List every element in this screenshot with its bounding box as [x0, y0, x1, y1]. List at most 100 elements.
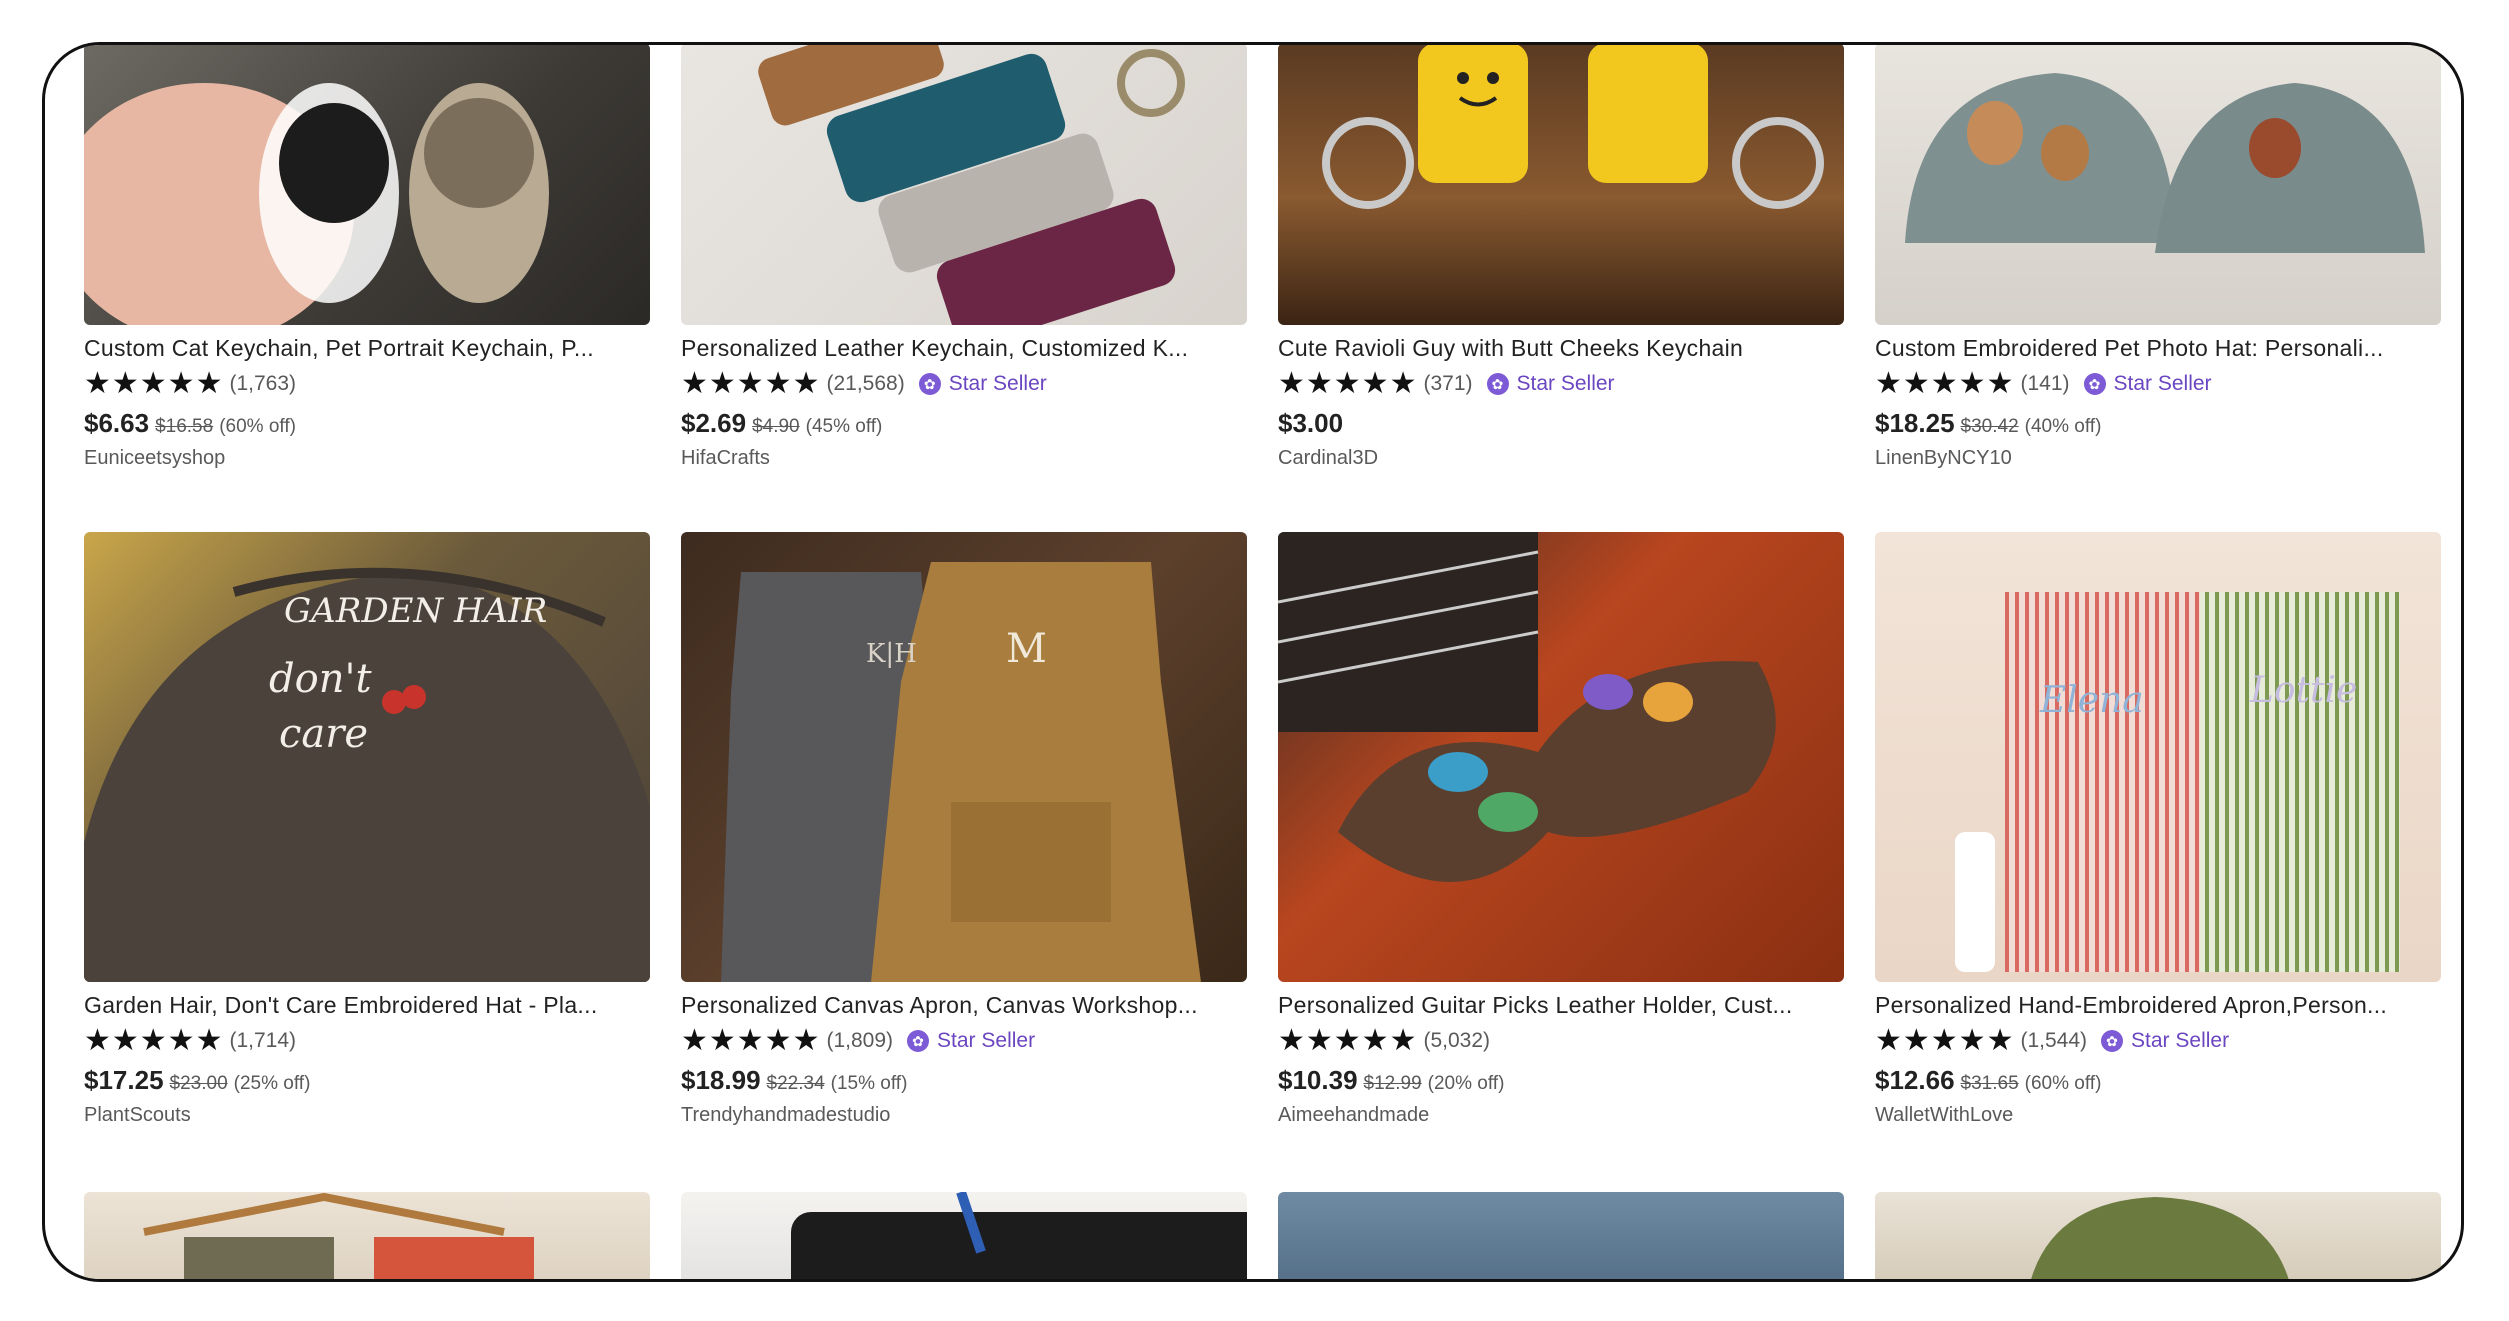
listing-card[interactable] — [84, 1192, 650, 1279]
svg-text:M: M — [1006, 626, 1047, 672]
price-row: $3.00 — [1278, 408, 1844, 439]
rating: ★★★★★ (1,544) ✿ Star Seller — [1875, 1025, 2441, 1057]
listing-image[interactable]: K|H M — [681, 532, 1247, 982]
star-seller-label: ✿ Star Seller — [2101, 1029, 2229, 1053]
listing-card[interactable]: Personalized Leather Keychain, Customize… — [681, 45, 1247, 470]
beanie-photo — [2031, 1197, 2289, 1279]
rating: ★★★★★ (1,763) — [84, 368, 650, 400]
listing-card[interactable] — [681, 1192, 1247, 1279]
shop-name[interactable]: LinenByNCY10 — [1875, 447, 2441, 470]
listing-title[interactable]: Personalized Leather Keychain, Customize… — [681, 335, 1247, 362]
listing-card[interactable]: K|H M Personalized Canvas Apron, Canvas … — [681, 532, 1247, 1127]
star-seller-text: Star Seller — [2131, 1029, 2230, 1052]
star-seller-text: Star Seller — [2113, 372, 2212, 395]
listing-title[interactable]: Personalized Canvas Apron, Canvas Worksh… — [681, 992, 1247, 1019]
listing-title[interactable]: Personalized Hand-Embroidered Apron,Pers… — [1875, 992, 2441, 1019]
rating-stars-icon: ★★★★★ — [84, 1024, 224, 1057]
price-row: $18.25 $30.42 (40% off) — [1875, 408, 2441, 439]
embroidered-apron-photo: Elena Lottie — [1955, 592, 2400, 972]
listing-image[interactable] — [1875, 45, 2441, 325]
listing-image[interactable] — [681, 45, 1247, 325]
shop-name[interactable]: Cardinal3D — [1278, 447, 1844, 470]
listing-image[interactable] — [681, 1192, 1247, 1279]
review-count: (1,714) — [229, 1029, 297, 1052]
price-row: $6.63 $16.58 (60% off) — [84, 408, 650, 439]
svg-text:K|H: K|H — [866, 639, 917, 669]
listing-image[interactable] — [84, 45, 650, 325]
rating-stars-icon: ★★★★★ — [1875, 367, 2015, 400]
star-seller-badge-icon: ✿ — [918, 373, 941, 395]
listing-card[interactable]: Cute Ravioli Guy with Butt Cheeks Keycha… — [1278, 45, 1844, 470]
star-seller-badge-icon: ✿ — [2083, 373, 2106, 395]
listing-card[interactable]: Custom Cat Keychain, Pet Portrait Keycha… — [84, 45, 650, 470]
listing-card[interactable] — [1875, 1192, 2441, 1279]
listing-title[interactable]: Custom Embroidered Pet Photo Hat: Person… — [1875, 335, 2441, 362]
shop-name[interactable]: PlantScouts — [84, 1104, 650, 1127]
listing-title[interactable]: Cute Ravioli Guy with Butt Cheeks Keycha… — [1278, 335, 1844, 362]
discount: (20% off) — [1427, 1073, 1505, 1094]
discount: (40% off) — [2024, 416, 2102, 437]
shop-name[interactable]: Trendyhandmadestudio — [681, 1104, 1247, 1127]
screenshot-frame: Custom Cat Keychain, Pet Portrait Keycha… — [42, 42, 2464, 1282]
rating-stars-icon: ★★★★★ — [681, 367, 821, 400]
listing-card[interactable]: Personalized Guitar Picks Leather Holder… — [1278, 532, 1844, 1127]
listing-image[interactable] — [84, 1192, 650, 1279]
svg-text:Elena: Elena — [2039, 680, 2144, 721]
rating: ★★★★★ (1,809) ✿ Star Seller — [681, 1025, 1247, 1057]
price-row: $17.25 $23.00 (25% off) — [84, 1065, 650, 1096]
listing-image[interactable]: Elena Lottie — [1875, 532, 2441, 982]
price: $17.25 — [84, 1065, 164, 1095]
star-seller-text: Star Seller — [948, 372, 1047, 395]
star-seller-label: ✿ Star Seller — [1486, 372, 1615, 396]
original-price: $4.90 — [752, 416, 800, 437]
rating: ★★★★★ (21,568) ✿ Star Seller — [681, 368, 1247, 400]
svg-text:GARDEN HAIR: GARDEN HAIR — [284, 591, 547, 631]
discount: (45% off) — [805, 416, 883, 437]
listing-image[interactable] — [1875, 1192, 2441, 1279]
price-row: $12.66 $31.65 (60% off) — [1875, 1065, 2441, 1096]
review-count: (1,763) — [229, 372, 297, 395]
star-seller-label: ✿ Star Seller — [907, 1029, 1035, 1053]
shop-name[interactable]: Aimeehandmade — [1278, 1104, 1844, 1127]
garden-hat-photo: GARDEN HAIR don't care — [84, 567, 650, 982]
original-price: $12.99 — [1363, 1073, 1422, 1094]
shop-name[interactable]: HifaCrafts — [681, 447, 1247, 470]
listing-title[interactable]: Personalized Guitar Picks Leather Holder… — [1278, 992, 1844, 1019]
listing-image[interactable] — [1278, 45, 1844, 325]
review-count: (141) — [2020, 372, 2070, 395]
bag-photo — [791, 1192, 1247, 1279]
price: $10.39 — [1278, 1065, 1358, 1095]
original-price: $23.00 — [169, 1073, 228, 1094]
listing-image[interactable]: GARDEN HAIR don't care — [84, 532, 650, 982]
star-seller-label: ✿ Star Seller — [2083, 372, 2212, 396]
star-seller-badge-icon: ✿ — [2101, 1030, 2124, 1052]
leather-keychain-photo — [758, 45, 1185, 325]
cat-keychain-photo — [84, 83, 549, 325]
listing-card[interactable]: Elena Lottie Personalized Hand-Embroider… — [1875, 532, 2441, 1127]
rating-stars-icon: ★★★★★ — [84, 367, 224, 400]
rating-stars-icon: ★★★★★ — [1278, 367, 1418, 400]
price: $3.00 — [1278, 408, 1344, 438]
rating: ★★★★★ (5,032) — [1278, 1025, 1844, 1057]
shop-name[interactable]: Euniceetsyshop — [84, 447, 650, 470]
review-count: (5,032) — [1423, 1029, 1491, 1052]
review-count: (1,809) — [826, 1029, 894, 1052]
listing-card[interactable] — [1278, 1192, 1844, 1279]
star-seller-text: Star Seller — [937, 1029, 1036, 1052]
price: $18.99 — [681, 1065, 761, 1095]
price: $2.69 — [681, 408, 747, 438]
rating-stars-icon: ★★★★★ — [681, 1024, 821, 1057]
star-seller-text: Star Seller — [1516, 372, 1615, 395]
shop-name[interactable]: WalletWithLove — [1875, 1104, 2441, 1127]
listing-title[interactable]: Garden Hair, Don't Care Embroidered Hat … — [84, 992, 650, 1019]
listing-title[interactable]: Custom Cat Keychain, Pet Portrait Keycha… — [84, 335, 650, 362]
price: $6.63 — [84, 408, 150, 438]
star-seller-label: ✿ Star Seller — [918, 372, 1047, 396]
original-price: $22.34 — [766, 1073, 825, 1094]
star-seller-badge-icon: ✿ — [907, 1030, 930, 1052]
discount: (15% off) — [830, 1073, 908, 1094]
listing-image[interactable] — [1278, 532, 1844, 982]
listing-card[interactable]: GARDEN HAIR don't care Garden Hair, Don'… — [84, 532, 650, 1127]
svg-text:Lottie: Lottie — [2249, 670, 2357, 711]
listing-card[interactable]: Custom Embroidered Pet Photo Hat: Person… — [1875, 45, 2441, 470]
